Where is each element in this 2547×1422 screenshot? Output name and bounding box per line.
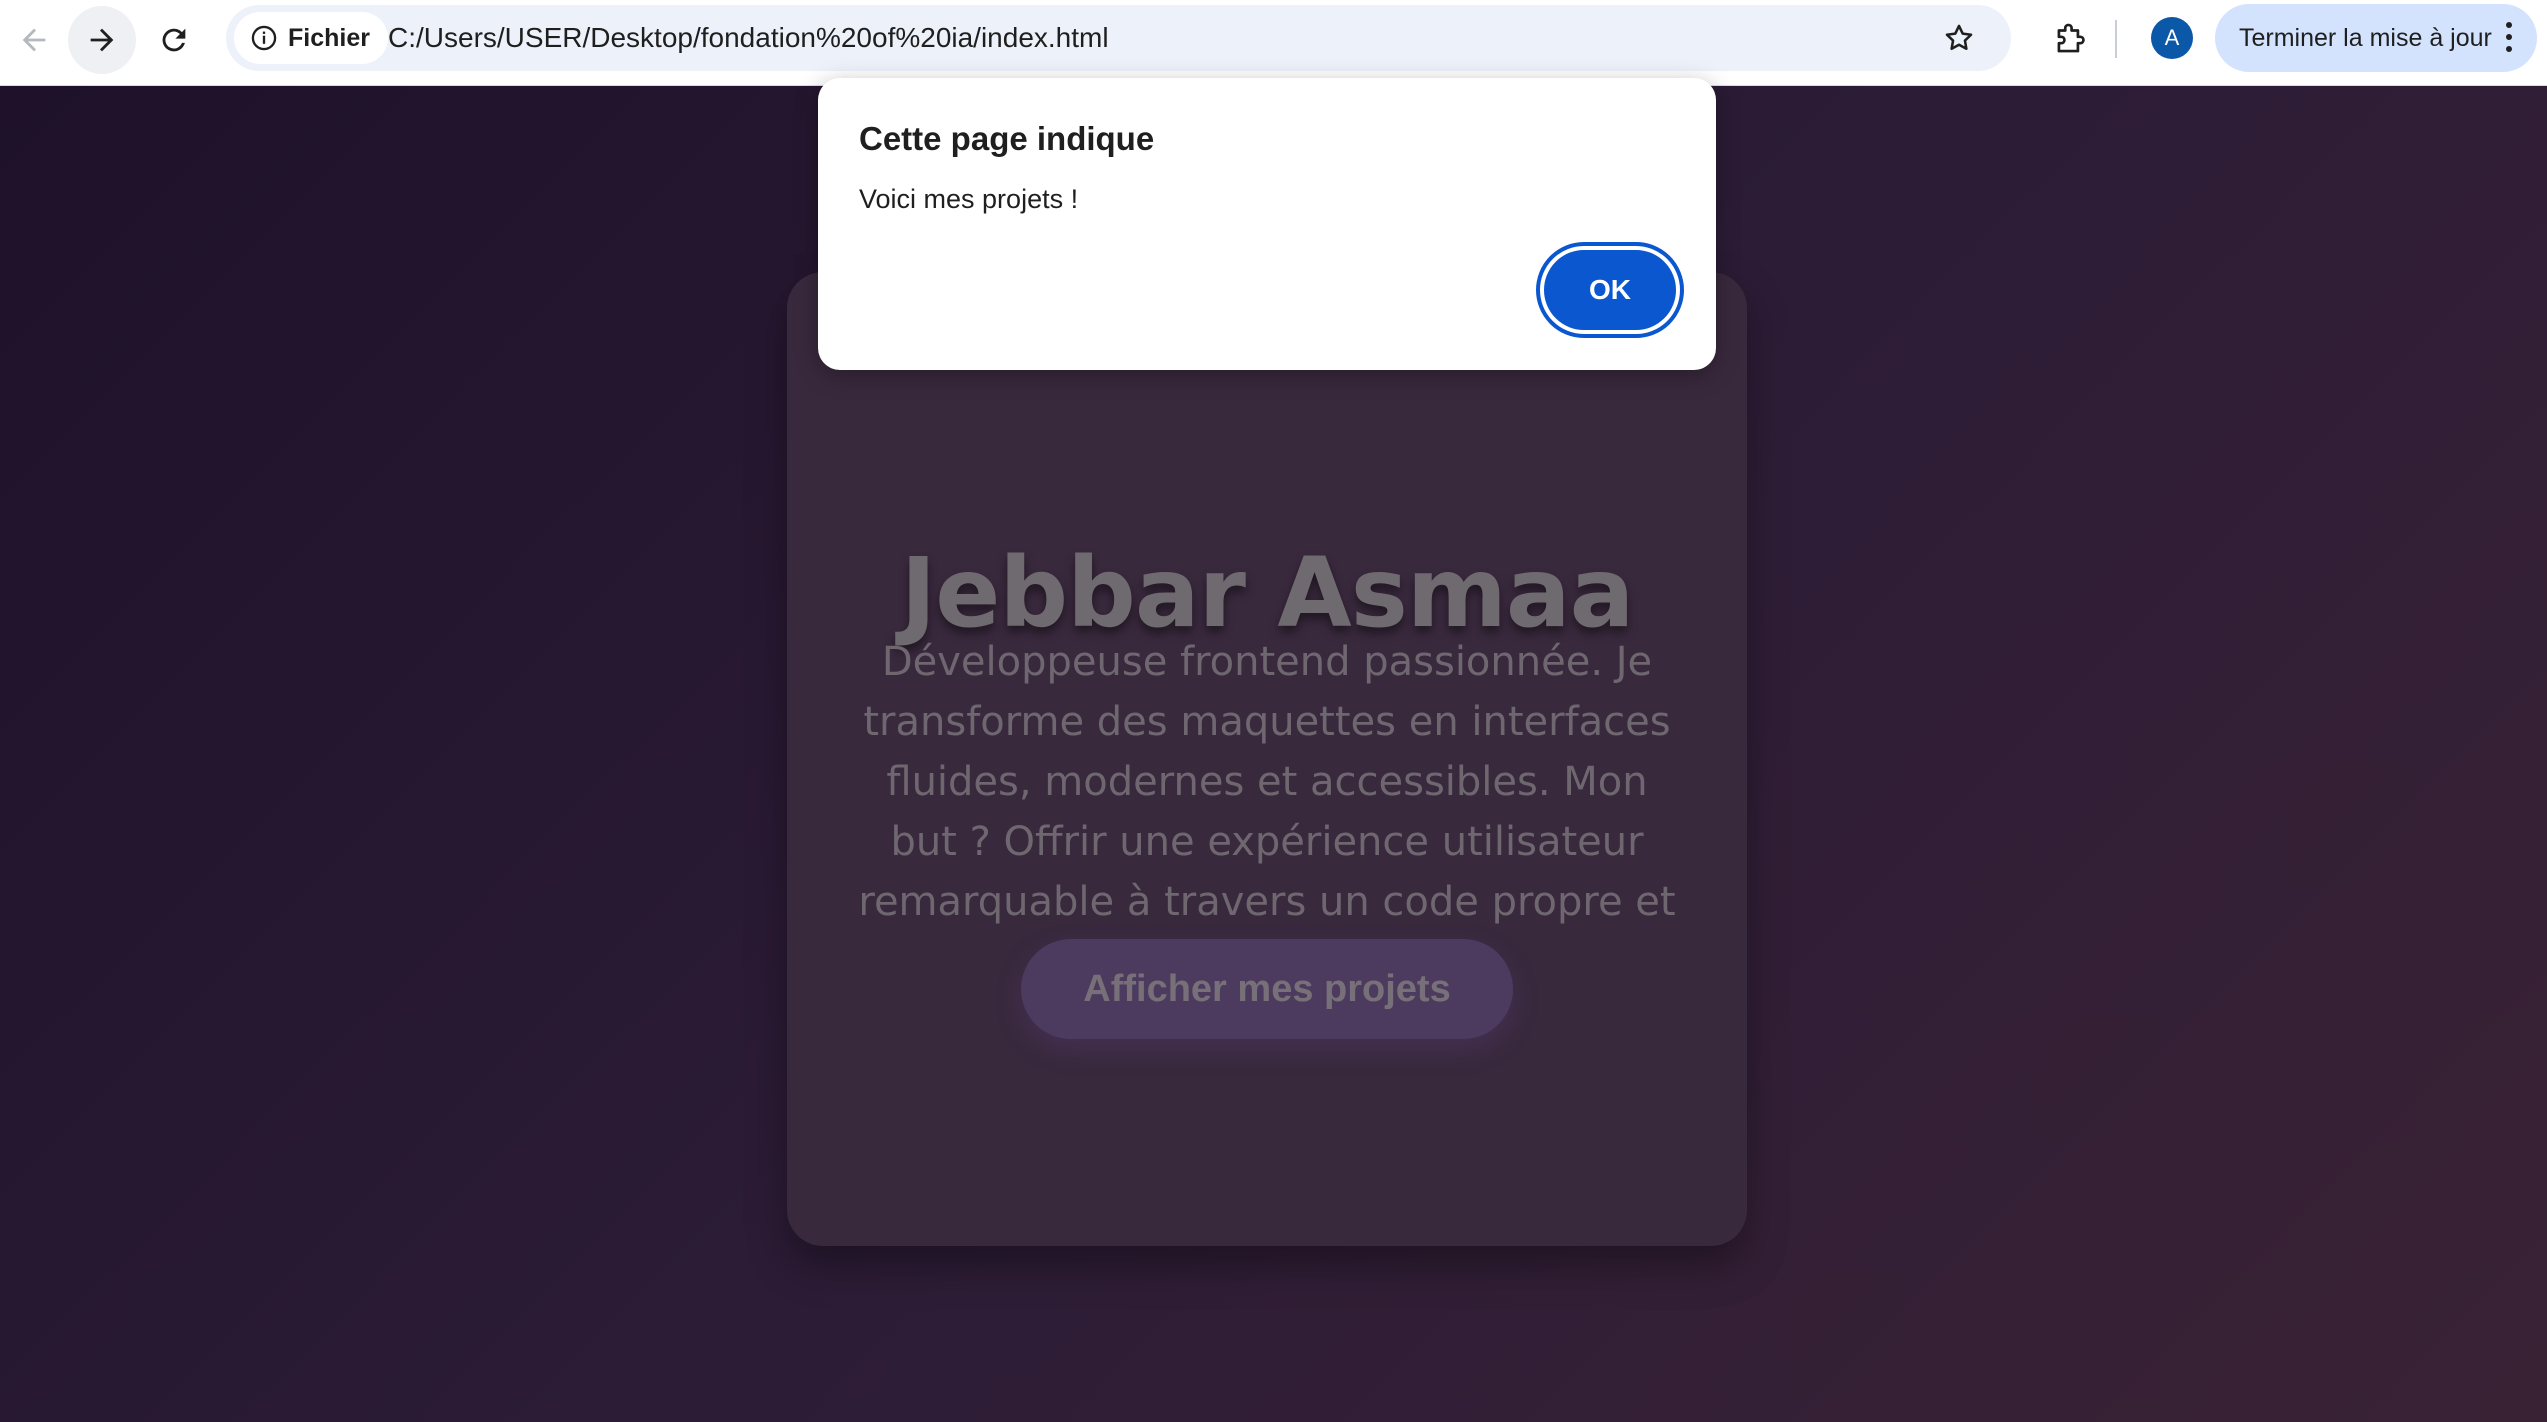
hero-description: Développeuse frontend passionnée. Je tra… (858, 639, 1676, 985)
browser-toolbar: Fichier C:/Users/USER/Desktop/fondation%… (0, 0, 2547, 86)
address-bar[interactable]: Fichier C:/Users/USER/Desktop/fondation%… (226, 5, 2011, 71)
reload-icon (162, 28, 186, 52)
bookmark-button[interactable] (1935, 14, 1983, 62)
profile-card: Jebbar Asmaa Développeuse frontend passi… (787, 272, 1747, 1246)
site-info-chip[interactable]: Fichier (234, 12, 388, 64)
forward-button[interactable] (68, 6, 136, 74)
extensions-button[interactable] (2040, 10, 2100, 70)
update-button-label: Terminer la mise à jour (2239, 23, 2492, 52)
url-text[interactable]: C:/Users/USER/Desktop/fondation%20of%20i… (388, 5, 1109, 71)
profile-avatar[interactable]: A (2151, 17, 2193, 59)
arrow-right-icon (90, 28, 114, 52)
star-icon (1945, 24, 1973, 51)
info-icon (251, 25, 277, 51)
show-projects-label: Afficher mes projets (1083, 967, 1451, 1010)
reload-button[interactable] (140, 6, 208, 74)
show-projects-button[interactable]: Afficher mes projets (1021, 939, 1513, 1039)
ok-button[interactable]: OK (1536, 242, 1684, 338)
dialog-title: Cette page indique (859, 120, 1155, 157)
ok-button-label: OK (1589, 274, 1631, 305)
update-button[interactable]: Terminer la mise à jour (2215, 4, 2537, 72)
kebab-menu-icon[interactable] (2505, 22, 2513, 54)
dialog-message: Voici mes projets ! (859, 184, 1079, 214)
toolbar-divider (2115, 20, 2117, 58)
arrow-left-icon (22, 28, 46, 52)
puzzle-icon (2057, 23, 2085, 53)
back-button[interactable] (0, 6, 68, 74)
site-chip-label: Fichier (288, 23, 370, 52)
alert-dialog: Cette page indique Voici mes projets ! O… (818, 78, 1716, 370)
